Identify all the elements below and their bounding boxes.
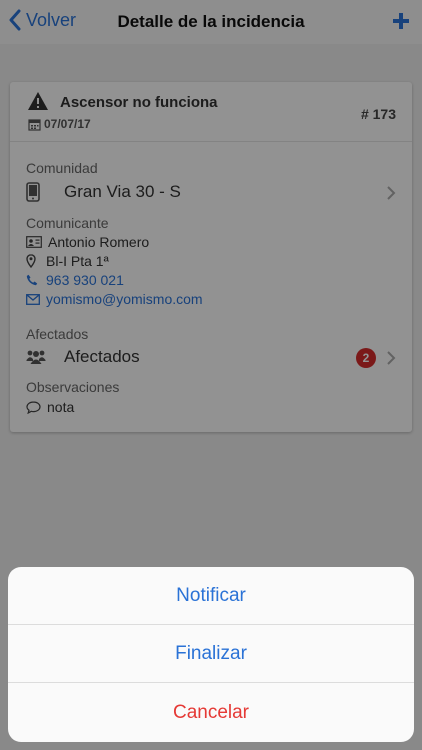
action-sheet: Notificar Finalizar Cancelar bbox=[8, 567, 414, 742]
finish-button[interactable]: Finalizar bbox=[8, 625, 414, 683]
notify-button[interactable]: Notificar bbox=[8, 567, 414, 625]
cancel-button[interactable]: Cancelar bbox=[8, 683, 414, 742]
